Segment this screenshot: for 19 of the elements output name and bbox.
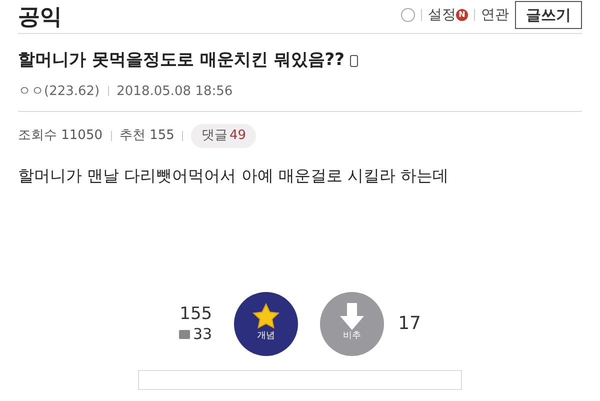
post-title: 할머니가 못먹을정도로 매운치킨 뭐있음??	[18, 49, 344, 72]
upvote-button[interactable]: 개념	[234, 292, 298, 356]
post-body: 할머니가 맨날 다리뺏어먹어서 아예 매운걸로 시킬라 하는데	[18, 164, 450, 186]
author-name: ㅇㅇ(223.62)	[18, 82, 100, 100]
star-icon	[252, 303, 280, 330]
downvote-count: 17	[398, 312, 421, 336]
upvote-count: 155	[180, 304, 212, 325]
down-arrow-icon	[340, 303, 364, 330]
fixed-count: 33	[193, 324, 212, 344]
phone-icon	[350, 54, 358, 67]
related-link[interactable]: 연관	[481, 4, 509, 26]
write-button[interactable]: 글쓰기	[515, 1, 582, 29]
settings-link[interactable]: 설정	[428, 4, 456, 26]
comments-button[interactable]: 댓글 49	[191, 124, 256, 148]
post-date: 2018.05.08 18:56	[116, 82, 233, 100]
stat-text: 추천 155	[120, 127, 174, 145]
stat-text: 조회수 11050	[18, 127, 102, 145]
board-title: 공익	[18, 7, 62, 29]
new-badge: N	[456, 9, 468, 21]
